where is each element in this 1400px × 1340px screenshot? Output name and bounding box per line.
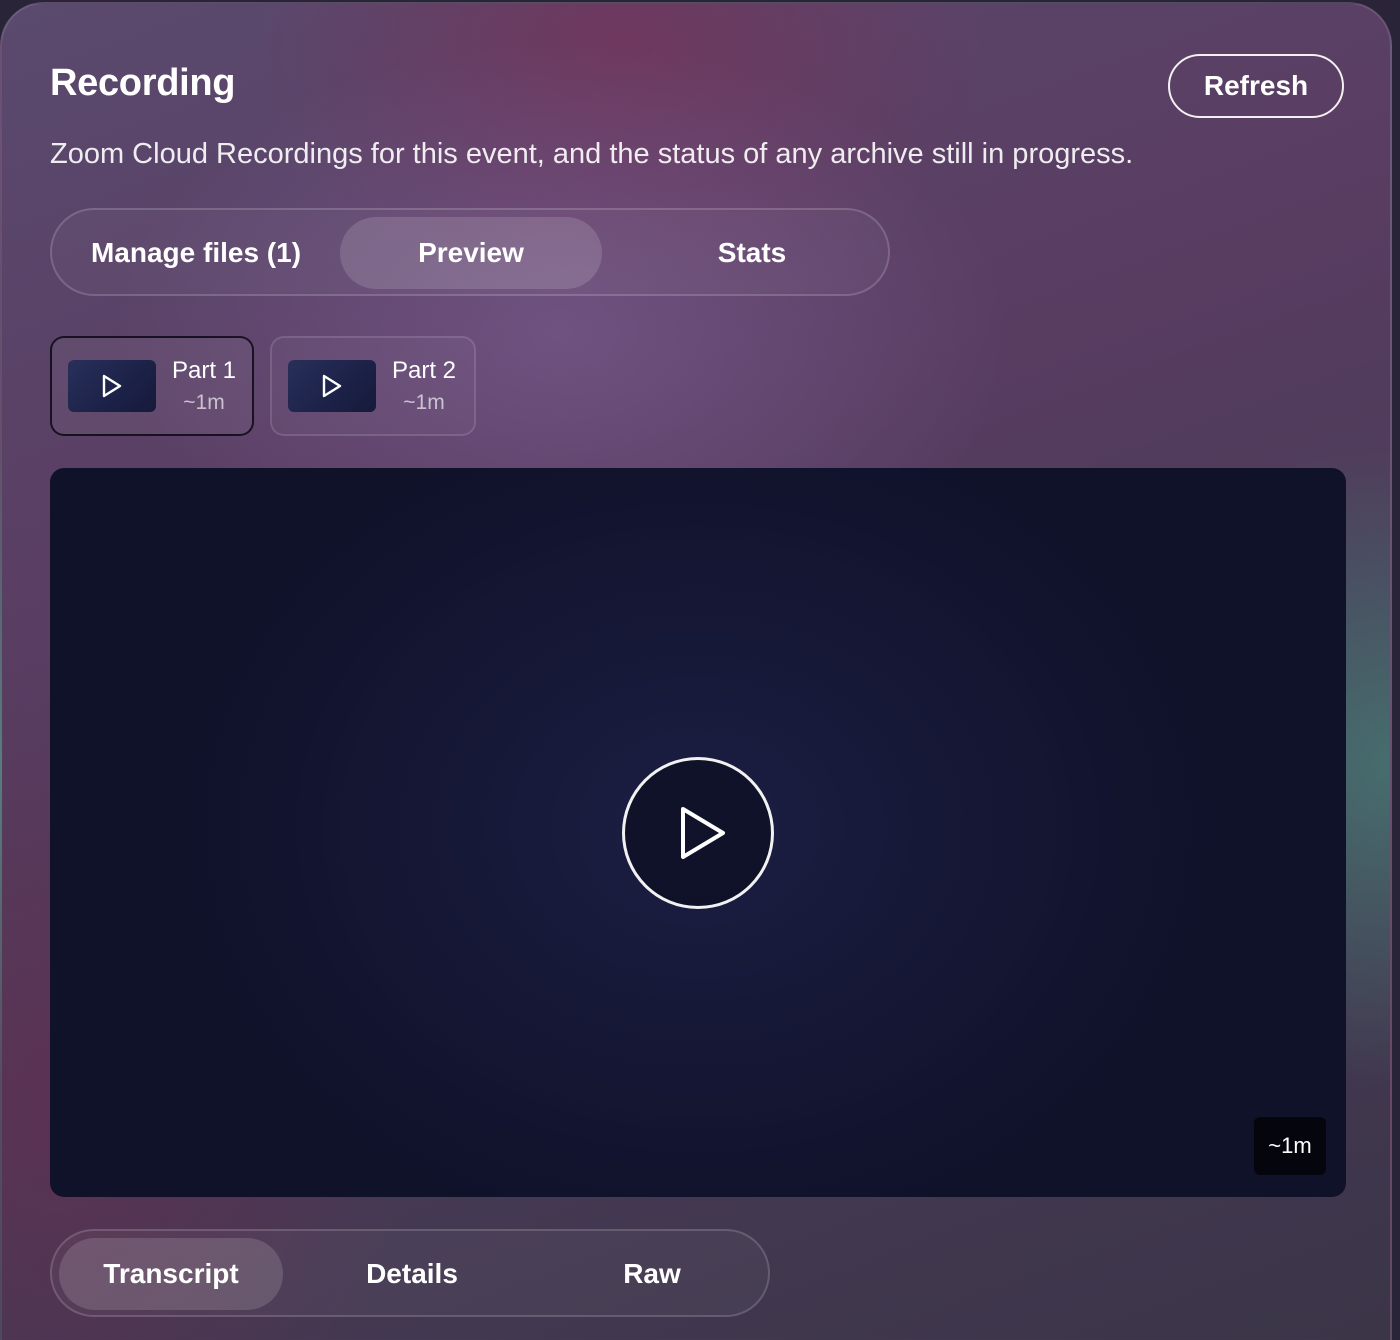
tab-manage-files[interactable]: Manage files (1): [60, 217, 332, 289]
video-player[interactable]: ~1m: [50, 468, 1346, 1197]
video-play-button[interactable]: [622, 757, 774, 909]
recording-panel: Recording Refresh Zoom Cloud Recordings …: [0, 2, 1392, 1340]
part-duration: ~1m: [183, 391, 225, 414]
play-icon: [322, 374, 342, 398]
tab-raw[interactable]: Raw: [532, 1238, 772, 1310]
part-text: Part 1 ~1m: [172, 354, 236, 418]
part-duration: ~1m: [403, 391, 445, 414]
play-icon: [102, 374, 122, 398]
duration-badge: ~1m: [1254, 1117, 1326, 1175]
tab-preview[interactable]: Preview: [340, 217, 602, 289]
play-icon: [681, 807, 725, 859]
part-text: Part 2 ~1m: [392, 354, 456, 418]
tab-stats[interactable]: Stats: [614, 217, 890, 289]
part-card-1[interactable]: Part 1 ~1m: [50, 336, 254, 436]
part-thumbnail: [68, 360, 156, 412]
part-thumbnail: [288, 360, 376, 412]
tab-transcript[interactable]: Transcript: [59, 1238, 283, 1310]
page-subtitle: Zoom Cloud Recordings for this event, an…: [50, 138, 1134, 170]
view-tabs: Manage files (1) Preview Stats: [50, 208, 890, 296]
part-label: Part 1: [172, 357, 237, 384]
tab-details[interactable]: Details: [292, 1238, 532, 1310]
page-title: Recording: [50, 62, 236, 104]
refresh-button[interactable]: Refresh: [1168, 54, 1344, 118]
part-card-2[interactable]: Part 2 ~1m: [270, 336, 476, 436]
detail-tabs: Transcript Details Raw: [50, 1229, 770, 1317]
part-label: Part 2: [392, 357, 457, 384]
